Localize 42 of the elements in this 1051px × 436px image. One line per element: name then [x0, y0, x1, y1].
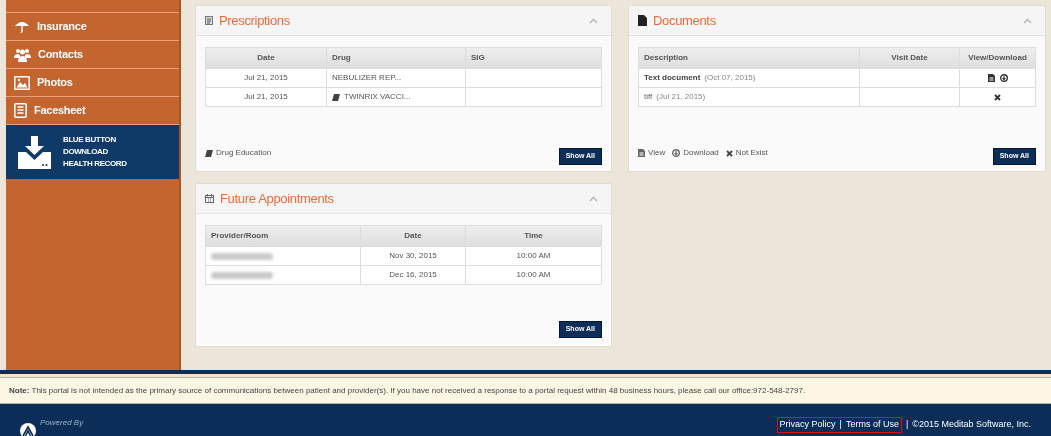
- table-cell-text: Jul 21, 2015: [243, 91, 289, 103]
- file-icon: [638, 15, 647, 26]
- download-icon[interactable]: [999, 74, 1008, 82]
- legend-label: Download: [683, 147, 719, 159]
- table-cell: TWINRIX VACCI...: [326, 88, 465, 106]
- view-icon: [638, 149, 645, 157]
- copyright-text: ©2015 Meditab Software, Inc.: [912, 418, 1031, 431]
- notice-text: Note: This portal is not intended as the primary source of communications between patient and provider(s). If you have not received a response to a portal request within 48 business hours, please call our office:972-548-2797.: [9, 384, 806, 397]
- sidebar-item[interactable]: Contacts: [6, 41, 179, 69]
- umbrella-icon: [14, 19, 30, 34]
- notepad-icon: [205, 16, 213, 25]
- separator-text: |: [905, 418, 909, 431]
- sidebar-item[interactable]: Photos: [6, 69, 179, 97]
- drug-education-link[interactable]: Drug Education: [205, 147, 272, 159]
- panel-title: Documents: [653, 11, 716, 30]
- column-header[interactable]: Date: [206, 48, 326, 68]
- panel-title: Future Appointments: [220, 189, 334, 208]
- table-cell: 10:00 AM: [465, 266, 601, 284]
- powered-by-text: Powered By: [40, 417, 84, 429]
- legend-label: Not Exist: [735, 147, 768, 159]
- download-icon: [18, 135, 51, 169]
- download-icon: [672, 149, 681, 157]
- terms-of-use-link[interactable]: Terms of Use: [845, 418, 899, 432]
- book-icon[interactable]: [332, 93, 340, 101]
- calendar-icon: [205, 194, 214, 203]
- download-record-button[interactable]: BLUE BUTTON DOWNLOAD HEALTH RECORD: [6, 125, 179, 179]
- people-icon: [14, 47, 31, 62]
- picture-icon: [14, 75, 30, 90]
- separator-text: |: [839, 418, 842, 431]
- table-cell: Dec 16, 2015: [360, 266, 465, 284]
- panel-title: Prescriptions: [219, 11, 290, 30]
- column-header[interactable]: Description: [639, 48, 859, 68]
- view-icon[interactable]: [987, 74, 995, 82]
- column-header[interactable]: Provider/Room: [206, 226, 360, 246]
- book-icon: [205, 149, 213, 157]
- document-icon: [14, 103, 27, 118]
- sidebar-item[interactable]: Insurance: [6, 13, 179, 41]
- privacy-policy-link[interactable]: Privacy Policy: [779, 418, 836, 432]
- close-icon: [725, 149, 733, 157]
- close-icon: [994, 93, 1001, 101]
- legend-label: View: [648, 147, 666, 159]
- table-cell-text: Jul 21, 2015: [243, 72, 289, 84]
